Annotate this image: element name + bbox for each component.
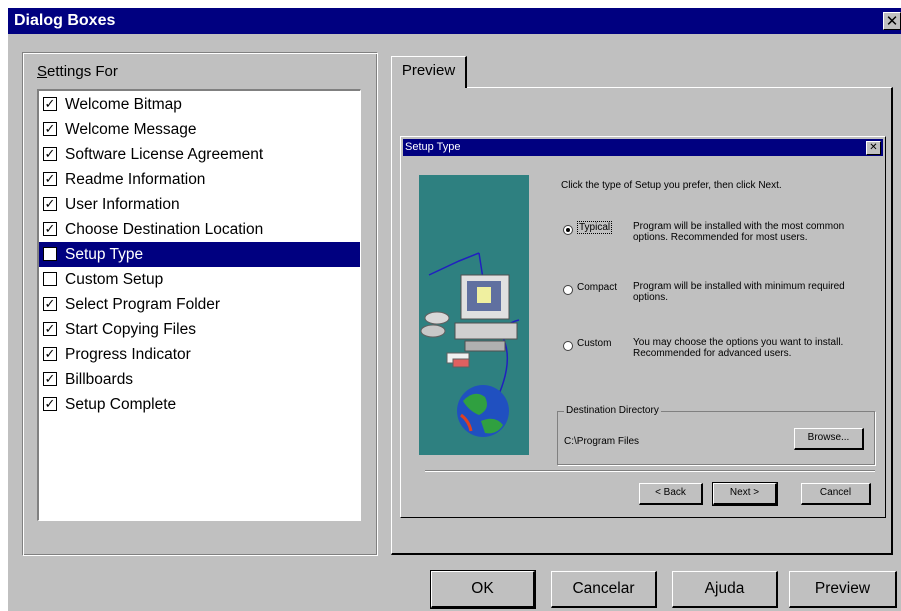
settings-item-label: Welcome Message [65,121,197,138]
dialog-window: Dialog Boxes ✕ Settings For ✓ Welcome Bit… [8,8,901,611]
checkbox-checked[interactable]: ✓ [43,372,57,386]
destination-directory-group: Destination Directory C:\Program Files B… [557,405,875,465]
option-typical-label[interactable]: Typical [577,221,613,234]
destination-path: C:\Program Files [564,436,640,447]
checkbox-checked[interactable]: ✓ [43,122,57,136]
settings-list[interactable]: ✓ Welcome Bitmap ✓ Welcome Message ✓ Software… [37,89,361,521]
window-title: Dialog Boxes [14,12,116,29]
settings-list-item[interactable]: ✓ Readme Information [39,167,360,192]
option-typical-desc: Program will be installed with the most … [633,221,845,243]
settings-list-item[interactable]: ✓ Setup Complete [39,392,360,417]
settings-item-label: Setup Complete [65,396,177,413]
settings-list-item[interactable]: ✓ Choose Destination Location [39,217,360,242]
settings-list-item[interactable]: ✓ Select Program Folder [39,292,360,317]
radio-typical[interactable] [563,225,573,235]
settings-item-label: Start Copying Files [65,321,196,338]
tab-preview[interactable]: Preview [391,56,467,88]
settings-item-label: Select Program Folder [65,296,221,313]
settings-list-item[interactable]: ✓ Software License Agreement [39,142,360,167]
settings-item-label: Custom Setup [65,271,164,288]
settings-list-item[interactable]: ✓ Start Copying Files [39,317,360,342]
ok-button[interactable]: OK [430,570,536,609]
settings-item-label: Billboards [65,371,134,388]
checkbox-checked[interactable]: ✓ [43,147,57,161]
preview-button[interactable]: Preview [789,571,897,608]
inner-cancel-button[interactable]: Cancel [801,483,871,505]
settings-item-label: Choose Destination Location [65,221,264,238]
inner-dialog-title: Setup Type [405,141,461,153]
help-button[interactable]: Ajuda [672,571,778,608]
checkbox-checked[interactable]: ✓ [43,397,57,411]
back-button[interactable]: < Back [639,483,703,505]
checkbox-checked[interactable]: ✓ [43,322,57,336]
close-icon: ✕ [885,13,899,30]
settings-list-item[interactable]: Custom Setup [39,267,360,292]
checkbox-checked[interactable]: ✓ [43,172,57,186]
browse-button[interactable]: Browse... [794,428,864,450]
destination-directory-label: Destination Directory [564,405,661,416]
setup-instruction: Click the type of Setup you prefer, then… [561,180,782,191]
setup-computer-illustration [419,175,529,455]
settings-item-label: Welcome Bitmap [65,96,182,113]
radio-compact[interactable] [563,285,573,295]
checkbox-unchecked[interactable] [43,272,57,286]
option-custom-desc: You may choose the options you want to i… [633,337,844,359]
radio-custom[interactable] [563,341,573,351]
settings-for-label: Settings For [37,63,118,80]
inner-close-button[interactable]: ✕ [866,141,881,155]
setup-type-preview-dialog: Setup Type ✕ Click the type of Setup you… [400,136,886,518]
settings-list-item[interactable]: ✓ User Information [39,192,360,217]
settings-list-item[interactable]: ✓ Billboards [39,367,360,392]
option-compact-desc: Program will be installed with minimum r… [633,281,845,303]
next-button[interactable]: Next > [712,482,778,506]
settings-item-label: User Information [65,196,180,213]
settings-item-label: Progress Indicator [65,346,191,363]
settings-item-label: Readme Information [65,171,206,188]
cancel-button[interactable]: Cancelar [551,571,657,608]
inner-title-bar: Setup Type ✕ [403,139,883,156]
checkbox-checked[interactable]: ✓ [43,197,57,211]
option-compact-label[interactable]: Compact [577,282,617,293]
checkbox-checked[interactable]: ✓ [43,297,57,311]
close-button[interactable]: ✕ [883,12,901,30]
close-icon: ✕ [869,142,878,153]
option-custom-label[interactable]: Custom [577,338,611,349]
settings-list-item[interactable]: Setup Type [39,242,360,267]
settings-item-label: Software License Agreement [65,146,264,163]
settings-list-item[interactable]: ✓ Welcome Bitmap [39,92,360,117]
title-bar: Dialog Boxes ✕ [8,8,901,34]
checkbox-checked[interactable]: ✓ [43,347,57,361]
checkbox-unchecked[interactable] [43,247,57,261]
settings-item-label: Setup Type [65,246,144,263]
checkbox-checked[interactable]: ✓ [43,222,57,236]
settings-group: Settings For ✓ Welcome Bitmap ✓ Welcome Mes… [22,52,378,556]
settings-list-item[interactable]: ✓ Progress Indicator [39,342,360,367]
checkbox-checked[interactable]: ✓ [43,97,57,111]
inner-separator [425,470,875,472]
settings-list-item[interactable]: ✓ Welcome Message [39,117,360,142]
